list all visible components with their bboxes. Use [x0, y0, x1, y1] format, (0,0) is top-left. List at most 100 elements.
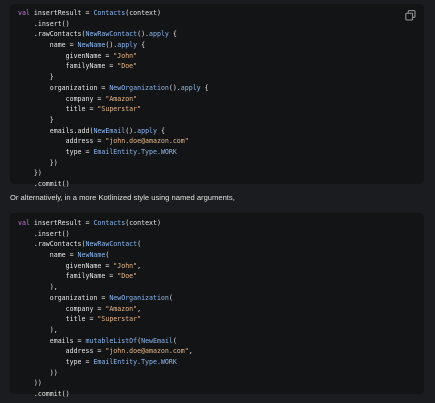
code-token: address =	[18, 347, 106, 356]
code-line: name = NewName().apply {	[18, 40, 209, 51]
code-line: organization = NewOrganization(	[18, 293, 193, 304]
code-token: (	[105, 251, 110, 260]
code-token: insertResult =	[29, 9, 94, 17]
code-token: ),	[18, 283, 58, 292]
code-token: familyName =	[18, 62, 118, 71]
code-token: apply	[149, 30, 169, 39]
code-token: ))	[18, 368, 58, 377]
code-text: val insertResult = Contacts(context) .in…	[18, 8, 209, 190]
code-token: "Superstar"	[97, 105, 142, 114]
code-token: name =	[18, 251, 78, 260]
code-token: insertResult =	[29, 219, 94, 227]
code-line: name = NewName(	[18, 250, 193, 261]
code-token: NewRawContact	[85, 30, 138, 39]
code-token: }	[18, 115, 54, 124]
code-token: NewEmail	[93, 126, 126, 135]
code-token: .insert()	[18, 229, 70, 238]
code-token: .rawContacts(	[18, 240, 86, 249]
code-token: address =	[18, 137, 106, 146]
code-token: ().	[125, 126, 138, 135]
code-token: "john.doe@amazon.com"	[105, 347, 189, 356]
code-token: (context)	[125, 9, 161, 17]
code-line: .commit()	[18, 389, 193, 400]
code-token: emails.add(	[18, 126, 94, 135]
code-token: Contacts	[93, 9, 126, 17]
code-token: (	[172, 336, 177, 345]
code-line: ))	[18, 368, 193, 379]
code-line: familyName = "Doe"	[18, 61, 209, 72]
code-token: val	[18, 219, 30, 227]
code-token: {	[137, 41, 146, 50]
code-token: ().	[168, 83, 181, 92]
code-token: apply	[137, 126, 157, 135]
code-line: organization = NewOrganization().apply {	[18, 83, 209, 94]
code-token: NewOrganization	[109, 83, 169, 92]
code-block-apply-style: val insertResult = Contacts(context) .in…	[10, 4, 424, 188]
code-token: givenName =	[18, 51, 114, 60]
code-token: Contacts	[93, 219, 126, 227]
paragraph-text: Or alternatively, in a more Kotlinized s…	[10, 193, 235, 202]
code-token: ,	[137, 304, 142, 313]
code-line: company = "Amazon",	[18, 304, 193, 315]
code-token: "john.doe@amazon.com"	[105, 137, 189, 146]
code-token: ,	[188, 347, 193, 356]
code-line: type = EmailEntity.Type.WORK	[18, 147, 209, 158]
code-line: familyName = "Doe"	[18, 271, 193, 282]
code-token: "John"	[113, 51, 138, 60]
code-line: ))	[18, 378, 193, 389]
code-line: .insert()	[18, 229, 193, 240]
code-token: EmailEntity.Type.WORK	[93, 357, 177, 366]
code-token: NewRawContact	[85, 240, 138, 249]
code-token: (	[137, 240, 142, 249]
code-token: ,	[137, 261, 142, 270]
code-token: })	[18, 158, 58, 167]
code-line: emails.add(NewEmail().apply {	[18, 126, 209, 137]
code-text: val insertResult = Contacts(context) .in…	[18, 218, 193, 400]
code-token: }	[18, 73, 54, 82]
code-token: apply	[180, 83, 201, 92]
code-line: company = "Amazon"	[18, 94, 209, 105]
code-token: familyName =	[18, 272, 118, 281]
code-token: givenName =	[18, 261, 114, 270]
code-token: })	[18, 169, 42, 178]
code-token: title =	[18, 315, 98, 324]
code-token: NewName	[77, 41, 106, 50]
copy-code-button[interactable]	[405, 10, 416, 21]
code-token: title =	[18, 105, 98, 114]
code-line: })	[18, 158, 209, 169]
code-token: type =	[18, 147, 94, 156]
code-line: ),	[18, 325, 193, 336]
code-line: })	[18, 168, 209, 179]
code-token: name =	[18, 41, 78, 50]
code-token: "Amazon"	[105, 94, 138, 103]
code-line: val insertResult = Contacts(context)	[18, 218, 193, 229]
code-token: {	[156, 126, 165, 135]
code-line: emails = mutableListOf(NewEmail(	[18, 336, 193, 347]
code-token: ().	[137, 30, 150, 39]
code-token: emails =	[18, 336, 86, 345]
code-block-named-arguments: val insertResult = Contacts(context) .in…	[10, 213, 424, 398]
code-token: {	[168, 30, 177, 39]
code-token: "Superstar"	[97, 315, 142, 324]
code-token: type =	[18, 357, 94, 366]
code-token: (context)	[125, 219, 161, 227]
code-line: .rawContacts(NewRawContact(	[18, 239, 193, 250]
code-token: .rawContacts(	[18, 30, 86, 39]
copy-icon[interactable]	[405, 10, 416, 21]
code-line: ),	[18, 282, 193, 293]
code-token: (	[168, 293, 173, 302]
code-token: ().	[105, 41, 118, 50]
code-token: {	[200, 83, 209, 92]
code-token: "Amazon"	[105, 304, 138, 313]
code-token: val	[18, 9, 30, 17]
code-line: .insert()	[18, 19, 209, 30]
code-line: }	[18, 115, 209, 126]
code-token: company =	[18, 304, 106, 313]
code-token: mutableListOf	[85, 336, 138, 345]
code-line: title = "Superstar"	[18, 104, 209, 115]
code-line: givenName = "John"	[18, 51, 209, 62]
code-line: }	[18, 72, 209, 83]
code-token: apply	[117, 41, 138, 50]
code-token: organization =	[18, 293, 110, 302]
code-token: EmailEntity.Type.WORK	[93, 147, 177, 156]
